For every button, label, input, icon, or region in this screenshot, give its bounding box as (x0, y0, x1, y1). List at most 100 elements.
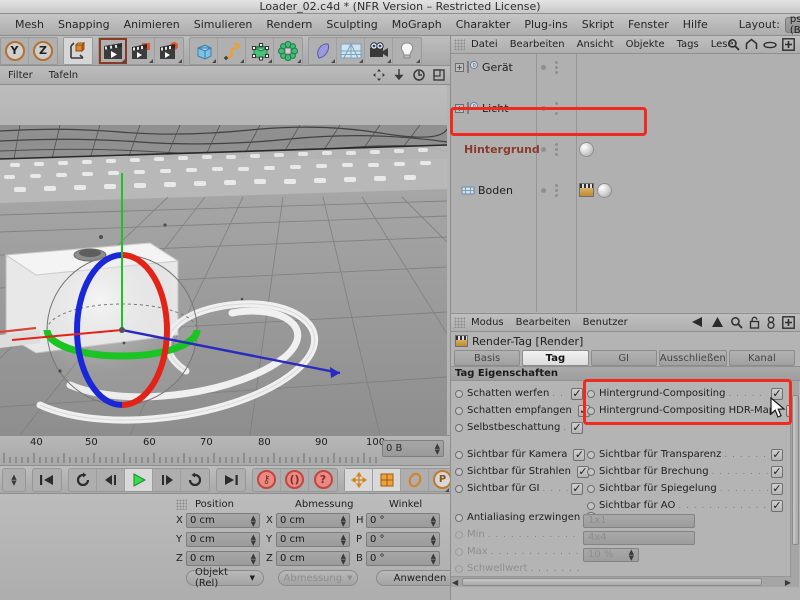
prop-hintergrund-compositing-hdr[interactable]: Hintergrund-Compositing HDR-Maps (587, 402, 799, 419)
radio-icon[interactable] (455, 450, 463, 459)
field-pos-y[interactable]: 0 cm ▲ ▼ (186, 532, 260, 547)
menu-plugins[interactable]: Plug-ins (517, 15, 574, 35)
prop-antialiasing[interactable]: Antialiasing erzwingen (455, 509, 598, 526)
camera-button[interactable] (365, 37, 393, 64)
radio-icon[interactable] (455, 389, 463, 398)
rotate-icon[interactable] (412, 68, 426, 82)
checkbox-sichtbar-transparenz[interactable] (771, 448, 783, 461)
field-ang-h[interactable]: 0 ° ▲ ▼ (366, 513, 440, 528)
menu-hilfe[interactable]: Hilfe (676, 15, 715, 35)
keyframe-selection-button[interactable]: ? (309, 469, 337, 491)
field-ang-b[interactable]: 0 ° ▲ ▼ (366, 551, 440, 566)
search-icon[interactable] (727, 38, 740, 51)
menu-fenster[interactable]: Fenster (621, 15, 676, 35)
light-button[interactable] (393, 38, 421, 64)
axis-y-button[interactable]: Y (1, 37, 29, 64)
position-key-button[interactable] (345, 468, 373, 491)
viewport-menu-filter[interactable]: Filter (0, 70, 41, 81)
tab-basis[interactable]: Basis (454, 350, 521, 366)
axis-z-button[interactable]: Z (29, 38, 57, 64)
timeline-frame-field[interactable]: 0 B ▲ ▼ (382, 440, 444, 457)
plus-box-icon[interactable] (782, 38, 795, 51)
attribute-hscroll-thumb[interactable] (462, 578, 762, 586)
scroll-left-arrow-icon[interactable]: ◀ (452, 578, 458, 587)
stepper-icon[interactable]: ▲ ▼ (629, 548, 634, 561)
checkbox-sichtbar-spiegelung[interactable] (771, 482, 783, 495)
field-dim-x[interactable]: 0 cm ▲ ▼ (276, 513, 350, 528)
radio-icon[interactable] (587, 389, 595, 398)
radio-icon[interactable] (587, 501, 595, 510)
checkbox-sichtbar-brechung[interactable] (771, 465, 783, 478)
object-row-licht[interactable]: + 0 Licht (451, 98, 800, 118)
attribute-scroll-thumb[interactable] (792, 395, 799, 545)
radio-icon[interactable] (587, 484, 595, 493)
visibility-dot-editor[interactable] (541, 187, 546, 193)
radio-icon[interactable] (455, 513, 463, 522)
stepper-icon[interactable]: ▲ ▼ (251, 533, 256, 546)
radio-icon[interactable] (455, 484, 463, 493)
prop-sichtbar-brechung[interactable]: Sichtbar für Brechung . . . . . . . . . … (587, 463, 783, 480)
object-row-geraet[interactable]: + 0 Gerät (451, 57, 800, 77)
menu-snapping[interactable]: Snapping (51, 15, 117, 35)
am-menu-benutzer[interactable]: Benutzer (577, 317, 634, 328)
primitive-cube-button[interactable] (190, 37, 218, 64)
prop-schatten-empfangen[interactable]: Schatten empfangen (455, 402, 590, 419)
zoom-dolly-icon[interactable] (392, 68, 406, 82)
om-menu-datei[interactable]: Datei (465, 39, 504, 50)
object-row-hintergrund[interactable]: Hintergrund (451, 139, 800, 159)
stepper-icon[interactable]: ▲ ▼ (251, 552, 256, 565)
rotation-key-button[interactable] (401, 468, 429, 491)
field-dim-z[interactable]: 0 cm ▲ ▼ (276, 551, 350, 566)
field-pos-x[interactable]: 0 cm ▲ ▼ (186, 513, 260, 528)
stepper-icon[interactable]: ▲ ▼ (431, 514, 436, 527)
go-to-end-button[interactable] (217, 469, 245, 491)
menu-mesh[interactable]: Mesh (8, 15, 51, 35)
attribute-horizontal-scrollbar[interactable]: ◀ ▶ (451, 576, 792, 587)
am-menu-bearbeiten[interactable]: Bearbeiten (510, 317, 577, 328)
om-menu-objekte[interactable]: Objekte (620, 39, 671, 50)
checkbox-sichtbar-kamera[interactable] (573, 448, 586, 461)
prop-selbstbeschattung[interactable]: Selbstbeschattung . . (455, 419, 583, 436)
checkbox-sichtbar-ao[interactable] (771, 499, 783, 512)
prop-sichtbar-transparenz[interactable]: Sichtbar für Transparenz . . . . . . . .… (587, 446, 783, 463)
panel-grip-icon[interactable] (454, 317, 465, 328)
menu-animieren[interactable]: Animieren (117, 15, 187, 35)
tab-tag[interactable]: Tag (522, 350, 589, 366)
previous-key-button[interactable] (69, 468, 97, 491)
visibility-dots-render[interactable] (555, 183, 558, 197)
timeline-ruler[interactable]: 40 50 60 70 80 90 100 (0, 436, 385, 466)
render-region-button[interactable] (127, 37, 155, 64)
panel-grip-icon[interactable] (454, 39, 465, 50)
world-object-coords-button[interactable] (64, 37, 92, 64)
go-to-start-button[interactable] (33, 469, 61, 491)
expand-icon[interactable]: + (455, 103, 464, 113)
field-pos-z[interactable]: 0 cm ▲ ▼ (186, 551, 260, 566)
material-tag-boden[interactable] (597, 182, 612, 198)
scroll-right-arrow-icon[interactable]: ▶ (785, 578, 791, 587)
visibility-dot-editor[interactable] (541, 64, 546, 70)
prop-sichtbar-ao[interactable]: Sichtbar für AO . . . . . . . . . . . . … (587, 497, 783, 514)
material-tag-hintergrund[interactable] (579, 141, 594, 157)
viewport-layout-icon[interactable] (432, 68, 446, 82)
radio-icon[interactable] (455, 467, 463, 476)
am-menu-modus[interactable]: Modus (465, 317, 510, 328)
checkbox-schatten-werfen[interactable] (571, 387, 583, 400)
stepper-icon[interactable]: ▲ ▼ (431, 552, 436, 565)
back-arrow-icon[interactable] (690, 315, 705, 329)
radio-icon[interactable] (587, 406, 595, 415)
home-icon[interactable] (745, 38, 758, 51)
stepper-icon[interactable]: ▲ ▼ (341, 533, 346, 546)
stepper-icon[interactable]: ▲ ▼ (341, 514, 346, 527)
prop-sichtbar-spiegelung[interactable]: Sichtbar für Spiegelung . . . . . . . . … (587, 480, 783, 497)
menu-simulieren[interactable]: Simulieren (187, 15, 260, 35)
stepper-icon[interactable]: ▲ ▼ (435, 442, 440, 455)
visibility-dot-editor[interactable] (541, 105, 546, 111)
lock-icon[interactable] (749, 316, 760, 329)
next-key-button[interactable] (181, 469, 209, 491)
scale-key-button[interactable] (373, 468, 401, 491)
visibility-dot-editor[interactable] (541, 146, 546, 152)
menu-mograph[interactable]: MoGraph (385, 15, 449, 35)
field-aa-min[interactable]: 1x1 (583, 513, 695, 528)
field-ang-p[interactable]: 0 ° ▲ ▼ (366, 532, 440, 547)
step-back-button[interactable] (97, 468, 125, 491)
